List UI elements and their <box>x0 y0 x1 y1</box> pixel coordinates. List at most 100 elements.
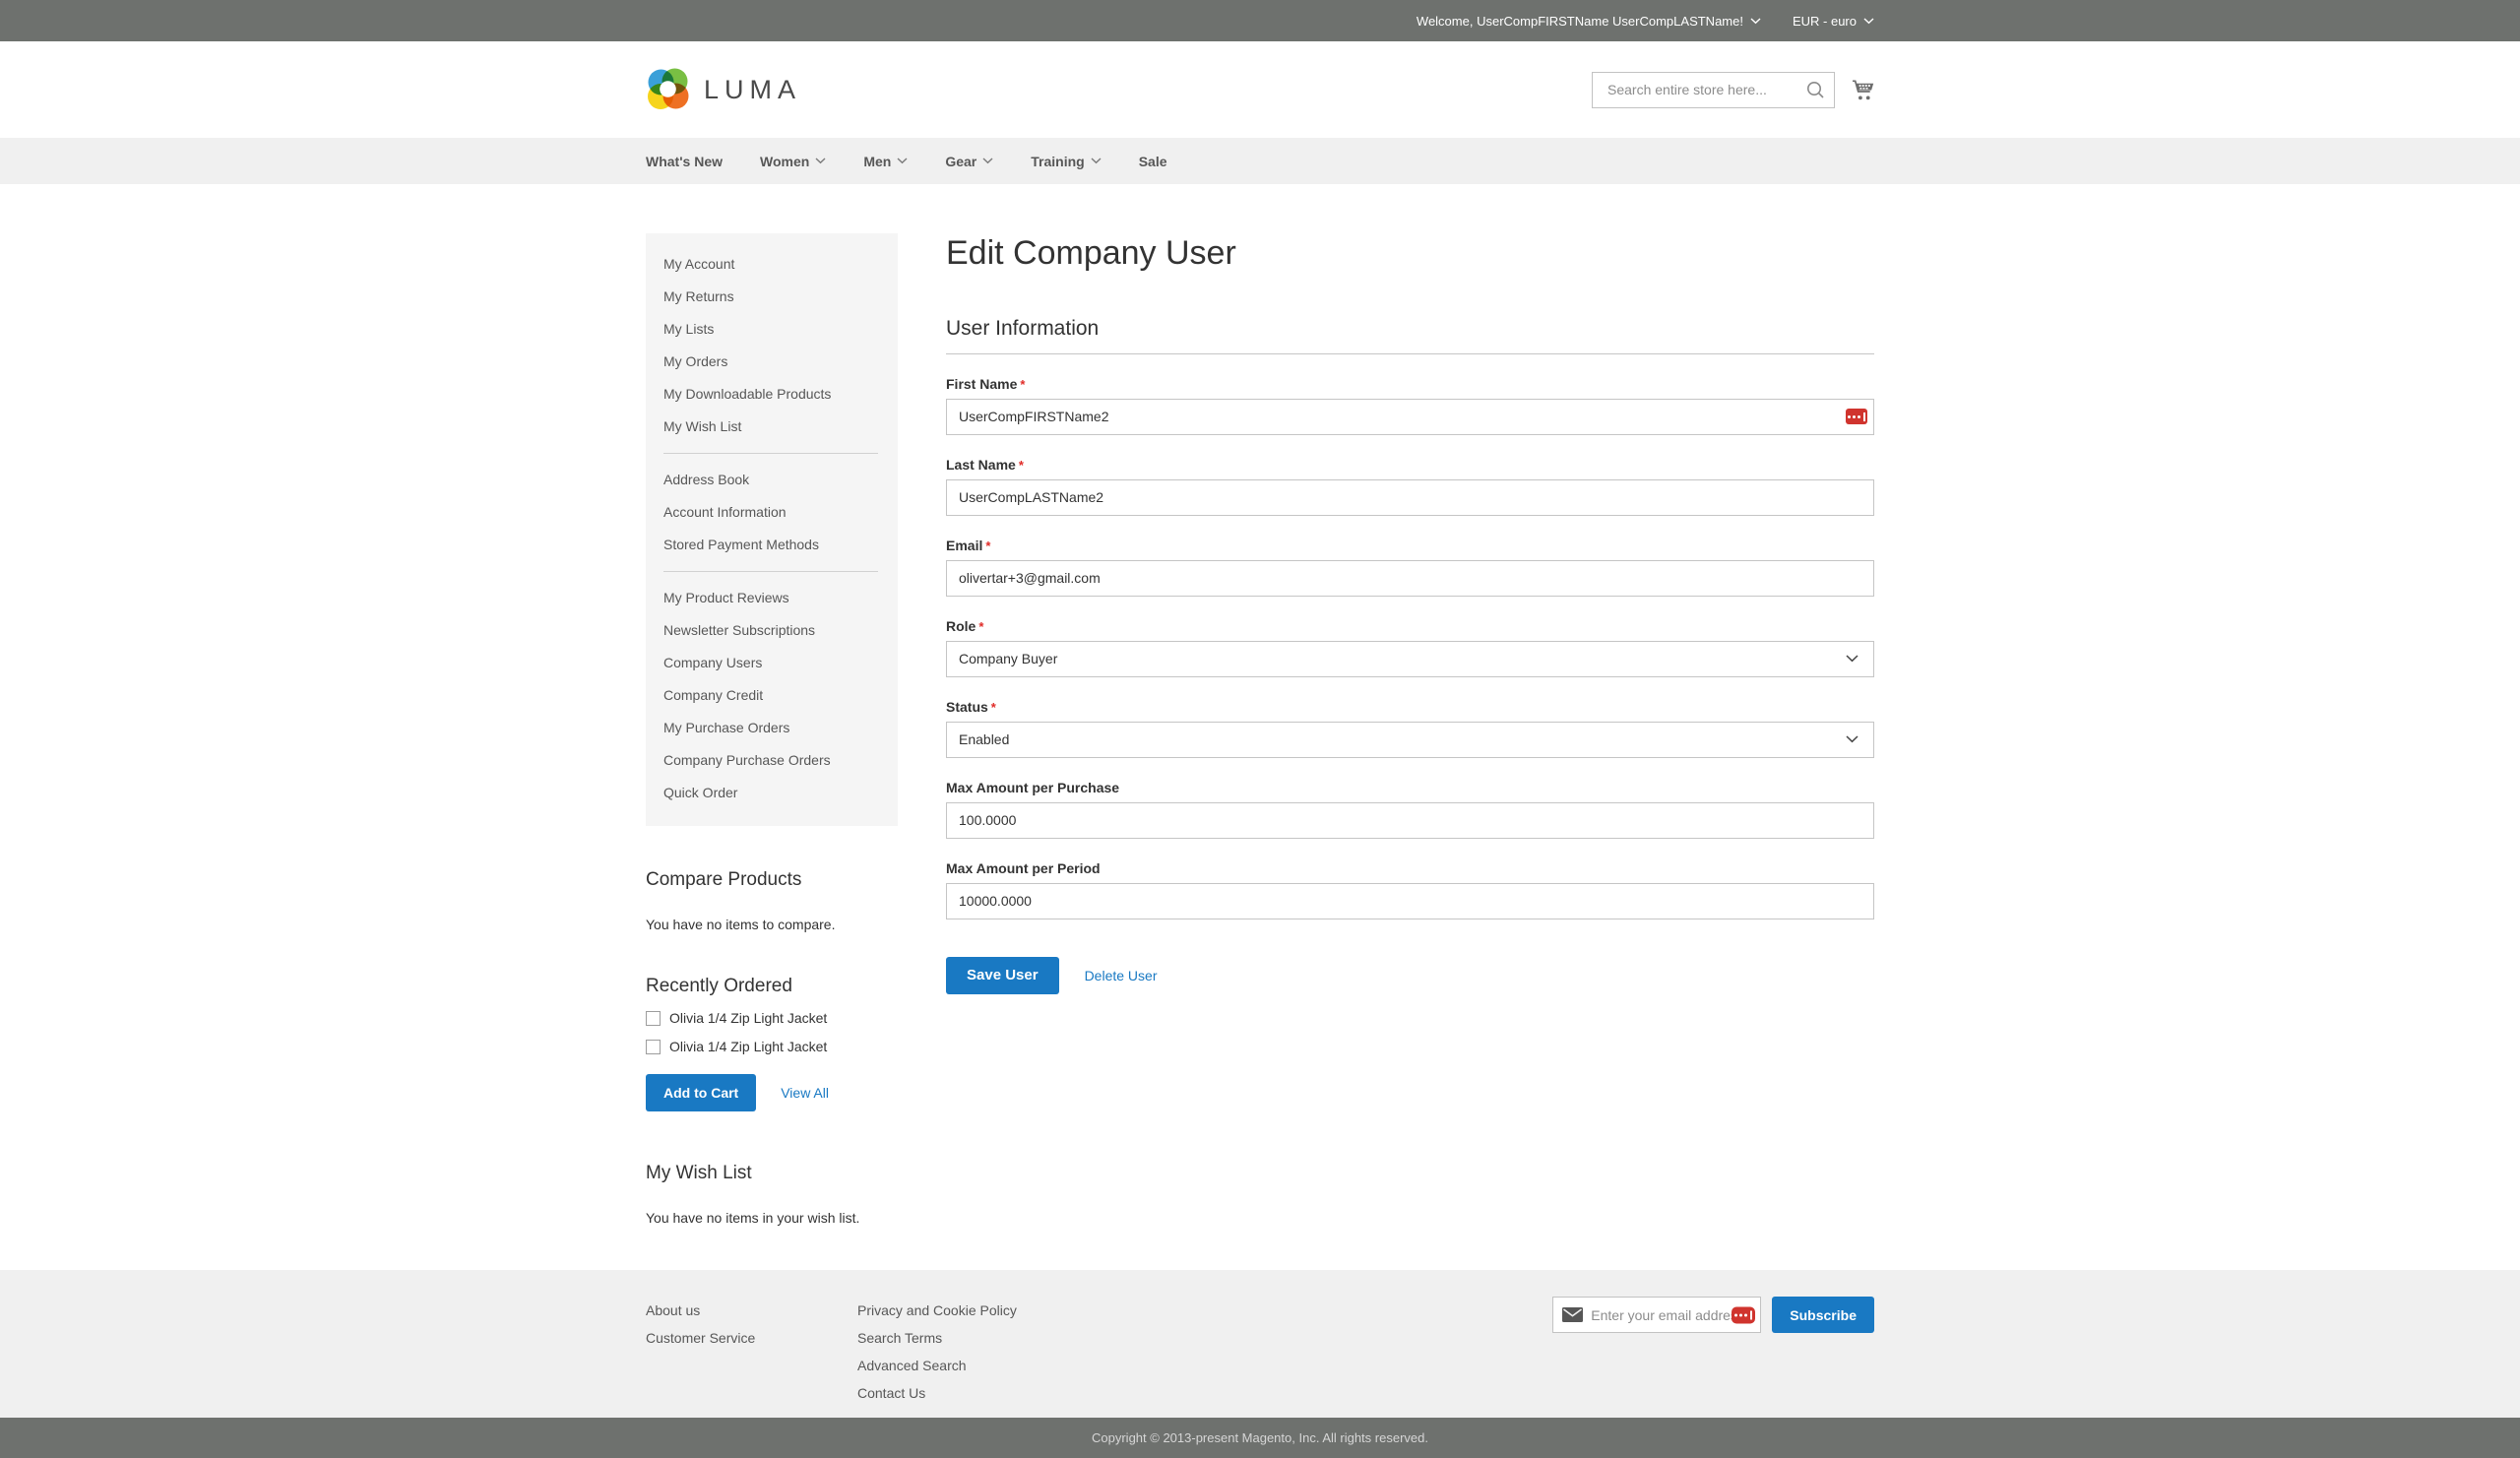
chevron-down-icon <box>1846 655 1858 663</box>
item-checkbox[interactable] <box>646 1040 661 1054</box>
email-input[interactable] <box>946 560 1874 597</box>
sidebar-item-my-account[interactable]: My Account <box>646 248 898 281</box>
chevron-down-icon <box>1750 18 1761 25</box>
sidebar-divider <box>663 571 878 572</box>
wishlist-empty: You have no items in your wish list. <box>646 1210 898 1226</box>
sidebar-item-account-information[interactable]: Account Information <box>646 496 898 529</box>
footer-link-privacy-policy[interactable]: Privacy and Cookie Policy <box>857 1297 1017 1324</box>
product-link[interactable]: Olivia 1/4 Zip Light Jacket <box>669 1039 827 1054</box>
field-status: Status* Enabled <box>946 699 1874 758</box>
max-amount-per-period-input[interactable] <box>946 883 1874 919</box>
sidebar-item-my-returns[interactable]: My Returns <box>646 281 898 313</box>
item-checkbox[interactable] <box>646 1011 661 1026</box>
account-navigation: My Account My Returns My Lists My Orders… <box>646 233 898 826</box>
section-title: User Information <box>946 317 1874 354</box>
nav-item-training[interactable]: Training <box>1031 154 1101 169</box>
field-label: Max Amount per Period <box>946 860 1101 876</box>
luma-logo-icon <box>646 67 691 112</box>
footer-link-search-terms[interactable]: Search Terms <box>857 1324 1017 1352</box>
store-logo[interactable]: LUMA <box>646 67 801 112</box>
cart-icon[interactable] <box>1852 80 1874 100</box>
field-role: Role* Company Buyer <box>946 618 1874 677</box>
envelope-icon <box>1562 1307 1583 1322</box>
role-select[interactable]: Company Buyer <box>946 641 1874 677</box>
role-selected-value: Company Buyer <box>959 651 1057 666</box>
currency-label: EUR - euro <box>1793 14 1857 29</box>
product-link[interactable]: Olivia 1/4 Zip Light Jacket <box>669 1010 827 1026</box>
page-main: My Account My Returns My Lists My Orders… <box>0 184 2520 1270</box>
sidebar-item-my-orders[interactable]: My Orders <box>646 346 898 378</box>
footer-link-contact-us[interactable]: Contact Us <box>857 1379 1017 1407</box>
required-mark: * <box>1019 458 1024 473</box>
sidebar-item-my-downloadable-products[interactable]: My Downloadable Products <box>646 378 898 411</box>
first-name-input[interactable] <box>946 399 1874 435</box>
sidebar-item-quick-order[interactable]: Quick Order <box>646 777 898 809</box>
search-icon[interactable] <box>1806 81 1825 102</box>
field-label: Role <box>946 618 976 634</box>
chevron-down-icon <box>1091 158 1102 164</box>
nav-item-whats-new[interactable]: What's New <box>646 154 723 169</box>
newsletter-block: Subscribe <box>1552 1297 1874 1333</box>
customer-welcome-menu[interactable]: Welcome, UserCompFIRSTName UserCompLASTN… <box>1417 14 1761 29</box>
chevron-down-icon <box>1863 18 1874 25</box>
field-max-amount-per-purchase: Max Amount per Purchase <box>946 780 1874 839</box>
subscribe-button[interactable]: Subscribe <box>1772 1297 1874 1333</box>
sidebar: My Account My Returns My Lists My Orders… <box>646 233 898 1226</box>
wishlist-block: My Wish List You have no items in your w… <box>646 1163 898 1226</box>
compare-products-empty: You have no items to compare. <box>646 917 898 932</box>
password-manager-icon[interactable] <box>1846 409 1867 424</box>
sidebar-item-my-product-reviews[interactable]: My Product Reviews <box>646 582 898 614</box>
compare-products-title: Compare Products <box>646 869 898 891</box>
add-to-cart-button[interactable]: Add to Cart <box>646 1074 756 1111</box>
field-max-amount-per-period: Max Amount per Period <box>946 860 1874 919</box>
search-box <box>1592 72 1835 108</box>
field-label: Last Name <box>946 457 1016 473</box>
required-mark: * <box>1020 377 1025 392</box>
sidebar-item-company-credit[interactable]: Company Credit <box>646 679 898 712</box>
sidebar-item-address-book[interactable]: Address Book <box>646 464 898 496</box>
chevron-down-icon <box>1846 735 1858 743</box>
nav-item-sale[interactable]: Sale <box>1139 154 1167 169</box>
copyright-bar: Copyright © 2013-present Magento, Inc. A… <box>0 1418 2520 1458</box>
sidebar-item-my-purchase-orders[interactable]: My Purchase Orders <box>646 712 898 744</box>
footer-link-advanced-search[interactable]: Advanced Search <box>857 1352 1017 1379</box>
recently-ordered-item: Olivia 1/4 Zip Light Jacket <box>646 1039 898 1054</box>
chevron-down-icon <box>982 158 993 164</box>
sidebar-item-newsletter-subscriptions[interactable]: Newsletter Subscriptions <box>646 614 898 647</box>
newsletter-input-wrap <box>1552 1297 1761 1333</box>
content: Edit Company User User Information First… <box>946 233 1874 994</box>
recently-ordered-item: Olivia 1/4 Zip Light Jacket <box>646 1010 898 1026</box>
max-amount-per-purchase-input[interactable] <box>946 802 1874 839</box>
chevron-down-icon <box>815 158 826 164</box>
currency-switcher[interactable]: EUR - euro <box>1793 14 1874 29</box>
page-title: Edit Company User <box>946 233 1874 274</box>
sidebar-item-company-purchase-orders[interactable]: Company Purchase Orders <box>646 744 898 777</box>
view-all-link[interactable]: View All <box>781 1085 829 1101</box>
sidebar-item-my-lists[interactable]: My Lists <box>646 313 898 346</box>
sidebar-divider <box>663 453 878 454</box>
status-select[interactable]: Enabled <box>946 722 1874 758</box>
main-navigation: What's New Women Men Gear Training Sale <box>0 138 2520 184</box>
nav-item-gear[interactable]: Gear <box>945 154 993 169</box>
welcome-message: Welcome, UserCompFIRSTName UserCompLASTN… <box>1417 14 1743 29</box>
nav-item-men[interactable]: Men <box>863 154 908 169</box>
sidebar-item-my-wish-list[interactable]: My Wish List <box>646 411 898 443</box>
recently-ordered-title: Recently Ordered <box>646 976 898 997</box>
search-input[interactable] <box>1592 72 1835 108</box>
field-email: Email* <box>946 538 1874 597</box>
delete-user-link[interactable]: Delete User <box>1085 968 1158 983</box>
logo-text: LUMA <box>704 75 801 105</box>
footer-link-about-us[interactable]: About us <box>646 1297 857 1324</box>
nav-item-women[interactable]: Women <box>760 154 826 169</box>
recently-ordered-block: Recently Ordered Olivia 1/4 Zip Light Ja… <box>646 976 898 1111</box>
compare-products-block: Compare Products You have no items to co… <box>646 869 898 932</box>
save-user-button[interactable]: Save User <box>946 957 1059 994</box>
password-manager-icon[interactable] <box>1732 1306 1755 1323</box>
footer-link-customer-service[interactable]: Customer Service <box>646 1324 857 1352</box>
field-first-name: First Name* <box>946 376 1874 435</box>
last-name-input[interactable] <box>946 479 1874 516</box>
page-footer: About us Customer Service Privacy and Co… <box>0 1270 2520 1418</box>
field-label: First Name <box>946 376 1017 392</box>
sidebar-item-stored-payment-methods[interactable]: Stored Payment Methods <box>646 529 898 561</box>
sidebar-item-company-users[interactable]: Company Users <box>646 647 898 679</box>
